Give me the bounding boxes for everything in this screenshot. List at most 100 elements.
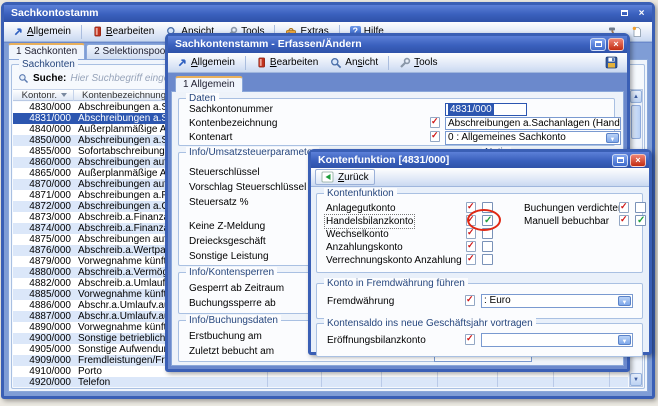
edit-note-icon[interactable] — [430, 117, 440, 128]
account-number: 4876/000 — [13, 245, 71, 256]
checkbox-label: Anlagegutkonto — [326, 203, 396, 214]
checkbox-row: Anzahlungskonto — [317, 241, 515, 254]
checkbox-label: Handelsbilanzkonto — [326, 216, 413, 227]
checkbox[interactable] — [482, 241, 493, 252]
account-number: 4870/000 — [13, 179, 71, 190]
form-label: Gesperrt ab Zeitraum — [189, 283, 284, 294]
eroeffnungsbilanzkonto-label: Eröffnungsbilanzkonto — [327, 335, 426, 346]
fremdwaehrung-group: Konto in Fremdwährung führen Fremdwährun… — [316, 283, 643, 319]
account-number: 4840/000 — [13, 124, 71, 135]
menu-bearbeiten[interactable]: Bearbeiten — [87, 24, 159, 39]
chevron-down-icon[interactable] — [618, 335, 631, 345]
account-number: 4887/000 — [13, 311, 71, 322]
tab-sachkonten[interactable]: 1 Sachkonten — [8, 43, 85, 59]
column-kontonr[interactable]: Kontonr. — [13, 90, 57, 101]
chevron-down-icon[interactable] — [606, 133, 619, 143]
checkbox[interactable] — [635, 215, 646, 226]
account-number: 4882/000 — [13, 278, 71, 289]
menu-allgemein[interactable]: Allgemein — [172, 55, 240, 70]
save-button[interactable] — [600, 54, 623, 71]
kontenfunktion-group: Kontenfunktion AnlagegutkontoHandelsbila… — [316, 193, 643, 273]
restore-icon[interactable] — [617, 8, 632, 20]
form-label: Steuersatz % — [189, 197, 248, 208]
main-window-title: Sachkontostamm — [11, 5, 617, 22]
account-number: 4830/000 — [13, 102, 71, 113]
erfassen-titlebar[interactable]: Sachkontenstamm - Erfassen/Ändern × — [168, 36, 627, 53]
tab-selektionspool[interactable]: 2 Selektionspool — [86, 44, 175, 59]
edit-note-icon[interactable] — [465, 334, 475, 345]
kf-col-right: Buchungen verdichtenManuell bebuchbar — [515, 202, 643, 228]
edit-note-icon[interactable] — [465, 295, 475, 306]
group-title: Sachkonten — [19, 59, 78, 70]
account-number: 4850/000 — [13, 135, 71, 146]
account-number: 4885/000 — [13, 289, 71, 300]
checkbox-row: Manuell bebuchbar — [515, 215, 643, 228]
form-label: Erstbuchung am — [189, 331, 262, 342]
kontenart-combobox[interactable]: 0 : Allgemeines Sachkonto — [445, 131, 621, 145]
erfassen-toolbar: Allgemein Bearbeiten Ansicht Tools — [168, 53, 627, 73]
account-number: 4874/000 — [13, 223, 71, 234]
new-document-icon — [631, 26, 643, 38]
edit-note-icon[interactable] — [466, 254, 476, 265]
menu-bearbeiten[interactable]: Bearbeiten — [251, 55, 323, 70]
restore-icon[interactable] — [612, 154, 628, 167]
checkbox[interactable] — [482, 254, 493, 265]
restore-icon[interactable] — [590, 38, 606, 51]
tab-allgemein[interactable]: 1 Allgemein — [175, 76, 243, 92]
kontenfunktion-titlebar[interactable]: Kontenfunktion [4831/000] × — [311, 152, 649, 168]
highlight-circle-annotation — [467, 209, 501, 231]
edit-note-icon[interactable] — [619, 202, 629, 213]
kontenfunktion-window-title: Kontenfunktion [4831/000] — [318, 152, 612, 168]
account-number: 4886/000 — [13, 300, 71, 311]
account-number: 4875/000 — [13, 234, 71, 245]
checkbox-label: Verrechnungskonto Anzahlung — [326, 255, 462, 266]
account-name: Porto — [71, 366, 102, 377]
account-number: 4900/000 — [13, 333, 71, 344]
form-label: Buchungssperre ab — [189, 298, 276, 309]
kontenart-label: Kontenart — [189, 132, 232, 143]
column-kontenbezeichnung[interactable]: Kontenbezeichnung — [73, 90, 166, 101]
back-arrow-icon — [321, 171, 334, 183]
checkbox-label: Wechselkonto — [326, 229, 389, 240]
fremdwaehrung-combobox[interactable]: : Euro — [481, 294, 633, 308]
form-label: Vorschlag Steuerschlüssel — [189, 182, 306, 193]
save-disk-icon — [605, 56, 618, 69]
search-icon — [18, 73, 29, 84]
scroll-thumb[interactable] — [631, 105, 641, 139]
bezeichnung-field[interactable]: Abschreibungen a.Sachanlagen (Handelsbil… — [445, 117, 621, 130]
close-icon[interactable]: × — [630, 154, 646, 167]
kontenfunktion-content: Kontenfunktion AnlagegutkontoHandelsbila… — [311, 187, 649, 352]
close-icon[interactable]: × — [608, 38, 624, 51]
account-number: 4910/000 — [13, 366, 71, 377]
daten-group: Daten Sachkontonummer 4831/000 Kontenbez… — [178, 98, 615, 146]
kontonummer-field[interactable]: 4831/000 — [445, 103, 527, 116]
back-button[interactable]: Zurück — [315, 169, 375, 185]
account-number: 4860/000 — [13, 157, 71, 168]
chevron-down-icon[interactable] — [618, 296, 631, 306]
main-titlebar[interactable]: Sachkontostamm × — [4, 5, 652, 22]
checkbox-label: Anzahlungskonto — [326, 242, 403, 253]
account-number: 4873/000 — [13, 212, 71, 223]
wrench-icon — [399, 57, 411, 69]
saldo-group: Kontensaldo ins neue Geschäftsjahr vortr… — [316, 323, 643, 357]
scroll-down-icon[interactable]: ▼ — [630, 373, 642, 386]
menu-ansicht[interactable]: Ansicht — [325, 55, 383, 71]
close-icon[interactable]: × — [634, 8, 649, 20]
eroeffnungsbilanzkonto-combobox[interactable] — [481, 333, 633, 347]
edit-note-icon[interactable] — [619, 215, 629, 226]
form-label: Steuerschlüssel — [189, 167, 260, 178]
form-label: Keine Z-Meldung — [189, 221, 265, 232]
edit-note-icon[interactable] — [430, 131, 440, 142]
menu-allgemein[interactable]: Allgemein — [8, 24, 76, 39]
edit-note-icon[interactable] — [466, 241, 476, 252]
checkbox-row: Verrechnungskonto Anzahlung — [317, 254, 515, 267]
edit-note-icon[interactable] — [466, 228, 476, 239]
menu-tools[interactable]: Tools — [394, 55, 442, 71]
table-row[interactable]: 4920/000Telefon — [13, 377, 628, 387]
account-number: 4855/000 — [13, 146, 71, 157]
account-number: 4880/000 — [13, 267, 71, 278]
edit-book-icon — [92, 26, 103, 37]
checkbox[interactable] — [635, 202, 646, 213]
edit-book-icon — [256, 57, 267, 68]
scroll-up-icon[interactable]: ▲ — [630, 90, 642, 103]
